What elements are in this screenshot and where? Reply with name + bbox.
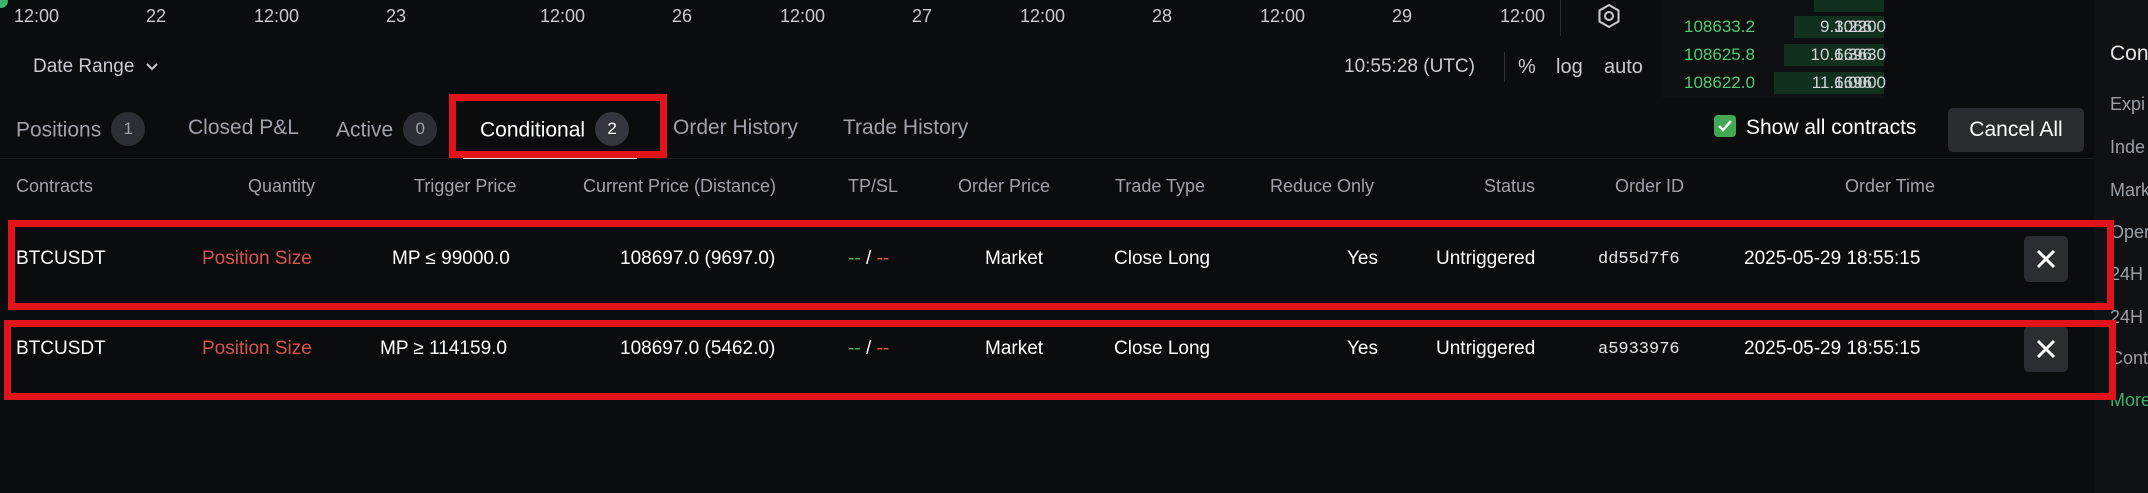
tab-label: Active: [336, 118, 394, 142]
divider: [1560, 0, 1561, 36]
tab-active[interactable]: Active 0: [336, 112, 438, 146]
time-tick: 12:00: [1260, 6, 1306, 26]
time-tick: 22: [146, 6, 167, 26]
panel-label: Oper: [2110, 222, 2148, 242]
highlight-box: [4, 320, 2116, 400]
chevron-down-icon: [145, 63, 158, 71]
time-tick: 29: [1392, 6, 1413, 26]
cancel-all-button[interactable]: Cancel All: [1948, 108, 2084, 152]
column-header-tpsl: TP/SL: [848, 176, 899, 196]
date-range-label: Date Range: [33, 56, 135, 77]
tab-label: Positions: [16, 118, 102, 142]
checkbox-checked-icon: [1714, 115, 1736, 138]
utc-clock: 10:55:28 (UTC): [1344, 56, 1475, 77]
column-header-contracts: Contracts: [16, 176, 94, 196]
tab-trade-history[interactable]: Trade History: [843, 116, 968, 140]
panel-label: Mark: [2110, 180, 2148, 200]
column-header-status: Status: [1484, 176, 1536, 196]
panel-label: 24H: [2110, 264, 2144, 284]
tab-label: Order History: [673, 116, 798, 139]
time-tick: 12:00: [1500, 6, 1546, 26]
highlight-box: [8, 220, 2114, 310]
chart-marker-dot: [0, 0, 8, 8]
time-tick: 12:00: [14, 6, 60, 26]
tab-order-history[interactable]: Order History: [673, 116, 798, 140]
tab-label: Trade History: [843, 116, 969, 139]
depth-bar: [1814, 0, 1884, 12]
column-header-order-time: Order Time: [1845, 176, 1936, 196]
column-header-order-price: Order Price: [958, 176, 1051, 196]
show-all-contracts-checkbox[interactable]: Show all contracts: [1714, 115, 1917, 140]
ask-price: 108633.2: [1684, 17, 1755, 36]
percent-scale-button[interactable]: %: [1518, 56, 1536, 79]
tab-label: Closed P&L: [188, 116, 299, 139]
ask-price: 108625.8: [1684, 45, 1755, 64]
orderbook-row[interactable]: 108633.2 1.2200 9.3066: [1662, 14, 1886, 40]
tab-positions[interactable]: Positions 1: [16, 112, 146, 146]
ask-price: 108622.0: [1684, 73, 1755, 92]
orderbook: 108633.2 1.2200 9.3066 108625.8 1.3630 1…: [1662, 0, 1886, 98]
time-tick: 23: [386, 6, 407, 26]
log-scale-button[interactable]: log: [1556, 56, 1583, 79]
highlight-box: [449, 94, 667, 158]
column-header-trigger-price: Trigger Price: [414, 176, 517, 196]
chart-area[interactable]: 12:00 22 12:00 23 12:00 26 12:00 27 12:0…: [0, 0, 1643, 90]
ask-total: 11.6696: [1811, 73, 1872, 92]
column-header-order-id: Order ID: [1615, 176, 1685, 196]
time-tick: 12:00: [1020, 6, 1066, 26]
time-tick: 12:00: [540, 6, 586, 26]
orderbook-row[interactable]: 108625.8 1.3630 10.6696: [1662, 42, 1886, 68]
count-badge: 0: [403, 112, 438, 146]
time-tick: 12:00: [780, 6, 826, 26]
count-badge: 1: [111, 112, 146, 146]
checkbox-label: Show all contracts: [1746, 116, 1917, 139]
divider: [1504, 52, 1505, 82]
column-header-trade-type: Trade Type: [1115, 176, 1206, 196]
column-header-quantity: Quantity: [248, 176, 316, 196]
panel-label: Inde: [2110, 137, 2146, 157]
ask-total: 9.3066: [1820, 17, 1872, 36]
time-tick: 12:00: [254, 6, 300, 26]
tab-closed-pnl[interactable]: Closed P&L: [188, 116, 299, 140]
column-header-current-price: Current Price (Distance): [583, 176, 777, 196]
column-header-reduce-only: Reduce Only: [1270, 176, 1375, 196]
panel-label: Expi: [2110, 94, 2146, 114]
orderbook-row[interactable]: 108622.0 1.0000 11.6696: [1662, 70, 1886, 96]
time-tick: 26: [672, 6, 693, 26]
ask-total: 10.6696: [1810, 45, 1872, 64]
auto-scale-button[interactable]: auto: [1604, 56, 1643, 79]
settings-icon[interactable]: [1596, 3, 1622, 29]
time-tick: 27: [912, 6, 933, 26]
date-range-dropdown[interactable]: Date Range: [33, 56, 158, 78]
time-tick: 28: [1152, 6, 1173, 26]
panel-title: Con: [2110, 42, 2148, 65]
orderbook-row[interactable]: [1662, 0, 1884, 14]
